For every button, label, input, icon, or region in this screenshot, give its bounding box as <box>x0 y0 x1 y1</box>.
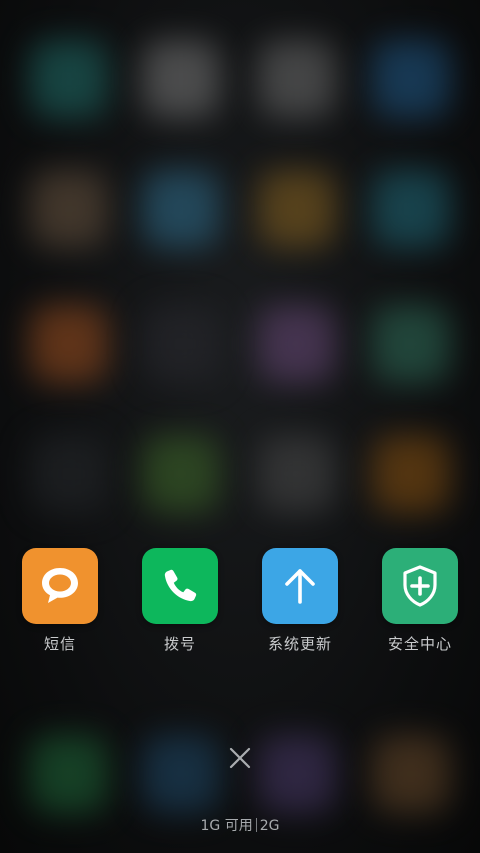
memory-separator <box>255 818 257 832</box>
blurred-app-icon <box>372 735 450 813</box>
clear-recents-button[interactable] <box>225 743 255 773</box>
recent-apps-screen: 短信 拨号 系统更新 安全中心 1G 可用 2G <box>0 0 480 853</box>
recent-app-label: 拨号 <box>163 635 196 653</box>
blurred-app-icon <box>30 435 108 513</box>
recent-app-dialer[interactable]: 拨号 <box>120 548 240 654</box>
blurred-app-icon <box>30 40 108 118</box>
recent-app-label: 短信 <box>43 635 76 653</box>
close-icon[interactable] <box>229 747 251 769</box>
blurred-app-icon <box>258 170 336 248</box>
recent-app-security-center[interactable]: 安全中心 <box>360 548 480 654</box>
blurred-home-background <box>0 0 480 853</box>
blurred-app-icon <box>258 40 336 118</box>
blurred-app-icon <box>142 170 220 248</box>
phone-icon[interactable] <box>142 548 218 624</box>
up-arrow-icon[interactable] <box>262 548 338 624</box>
recent-app-label: 安全中心 <box>387 635 452 653</box>
blurred-app-icon <box>372 305 450 383</box>
memory-total: 2G <box>259 818 280 834</box>
blurred-app-icon <box>142 305 220 383</box>
blurred-app-icon <box>258 305 336 383</box>
blurred-app-icon <box>372 435 450 513</box>
blurred-app-icon <box>142 735 220 813</box>
memory-available: 1G 可用 <box>200 818 253 834</box>
blurred-app-icon <box>30 735 108 813</box>
blurred-app-icon <box>30 170 108 248</box>
blurred-app-icon <box>142 40 220 118</box>
shield-plus-icon[interactable] <box>382 548 458 624</box>
blurred-app-icon <box>30 305 108 383</box>
blurred-app-icon <box>372 40 450 118</box>
recent-app-label: 系统更新 <box>267 635 332 653</box>
recent-app-system-update[interactable]: 系统更新 <box>240 548 360 654</box>
chat-bubble-icon[interactable] <box>22 548 98 624</box>
recent-apps-row: 短信 拨号 系统更新 安全中心 <box>0 548 480 658</box>
blurred-app-icon <box>372 170 450 248</box>
blurred-app-icon <box>142 435 220 513</box>
recent-app-sms[interactable]: 短信 <box>0 548 120 654</box>
blurred-app-icon <box>258 435 336 513</box>
memory-status: 1G 可用 2G <box>0 815 480 835</box>
blurred-app-icon <box>258 735 336 813</box>
